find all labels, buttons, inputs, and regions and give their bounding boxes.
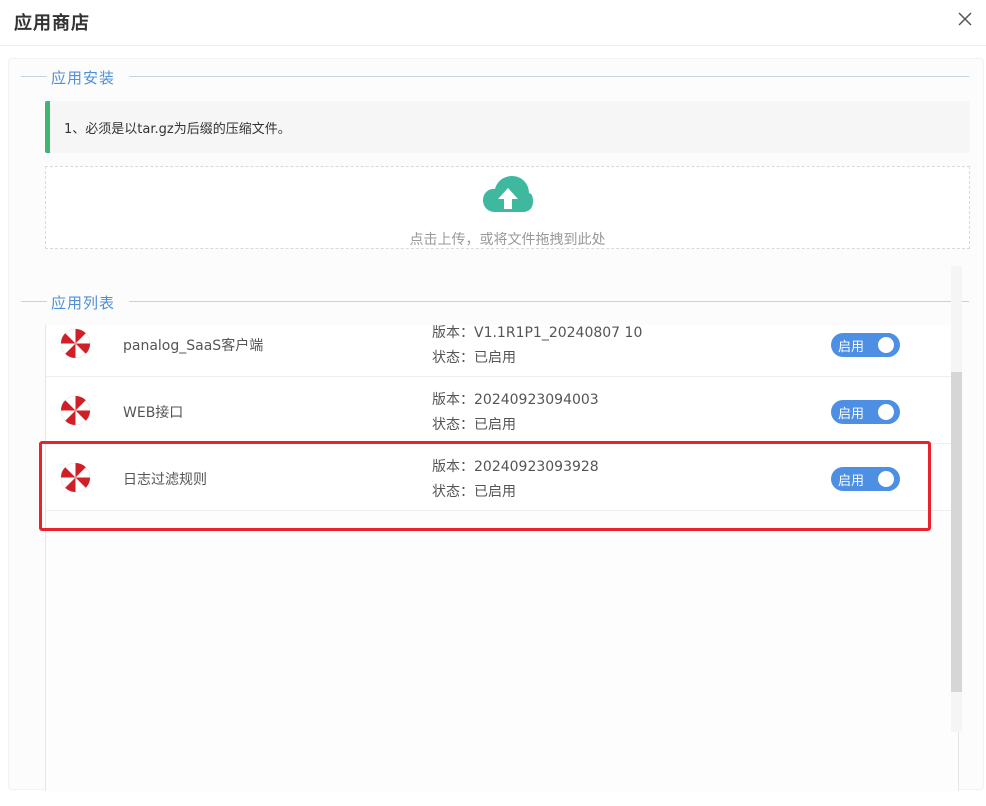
status-label: 状态： xyxy=(432,417,474,433)
app-row: WEB接口 版本：20240923094003 状态：已启用 启用 xyxy=(46,378,958,444)
content-card: 应用安装 1、必须是以tar.gz为后缀的压缩文件。 点击上传，或将文件拖拽到此… xyxy=(8,58,984,791)
enable-toggle[interactable]: 启用 xyxy=(831,400,900,424)
umbrella-logo-icon xyxy=(60,462,91,493)
dialog-header: 应用商店 xyxy=(0,0,986,46)
app-meta: 版本：20240923094003 状态：已启用 xyxy=(432,388,599,438)
status-value: 已启用 xyxy=(474,417,516,433)
toggle-knob xyxy=(878,404,894,420)
umbrella-logo-icon xyxy=(60,328,91,359)
list-section-legend: 应用列表 xyxy=(9,292,983,312)
enable-toggle[interactable]: 启用 xyxy=(831,333,900,357)
toggle-knob xyxy=(878,471,894,487)
dialog-title: 应用商店 xyxy=(14,13,90,34)
legend-divider xyxy=(21,76,47,77)
app-row: panalog_SaaS客户端 版本：V1.1R1P1_20240807 10 … xyxy=(46,325,958,377)
upload-dropzone[interactable]: 点击上传，或将文件拖拽到此处 xyxy=(45,166,970,249)
install-section-legend: 应用安装 xyxy=(9,67,983,87)
toggle-label: 启用 xyxy=(838,474,865,489)
version-label: 版本： xyxy=(432,392,474,408)
version-value: V1.1R1P1_20240807 10 xyxy=(474,325,643,341)
app-row: 日志过滤规则 版本：20240923093928 状态：已启用 启用 xyxy=(46,445,958,511)
version-value: 20240923094003 xyxy=(474,392,599,408)
list-section-title: 应用列表 xyxy=(51,294,116,312)
upload-hint: 点击上传，或将文件拖拽到此处 xyxy=(409,232,606,248)
app-list: panalog_SaaS客户端 版本：V1.1R1P1_20240807 10 … xyxy=(45,325,959,791)
close-icon[interactable] xyxy=(956,10,974,28)
status-label: 状态： xyxy=(432,350,474,366)
app-name: 日志过滤规则 xyxy=(123,472,207,488)
toggle-label: 启用 xyxy=(838,340,865,355)
notice-box: 1、必须是以tar.gz为后缀的压缩文件。 xyxy=(45,101,970,153)
legend-divider xyxy=(21,301,47,302)
status-label: 状态： xyxy=(432,484,474,500)
legend-divider xyxy=(129,301,969,302)
version-label: 版本： xyxy=(432,459,474,475)
app-meta: 版本：20240923093928 状态：已启用 xyxy=(432,455,599,505)
umbrella-logo-icon xyxy=(60,395,91,426)
status-value: 已启用 xyxy=(474,484,516,500)
toggle-label: 启用 xyxy=(838,407,865,422)
version-label: 版本： xyxy=(432,325,474,341)
status-value: 已启用 xyxy=(474,350,516,366)
enable-toggle[interactable]: 启用 xyxy=(831,467,900,491)
app-name: WEB接口 xyxy=(123,405,184,421)
scrollbar-thumb[interactable] xyxy=(951,372,962,692)
app-meta: 版本：V1.1R1P1_20240807 10 状态：已启用 xyxy=(432,325,642,371)
toggle-knob xyxy=(878,337,894,353)
app-name: panalog_SaaS客户端 xyxy=(123,338,264,354)
install-section-title: 应用安装 xyxy=(51,69,116,87)
legend-divider xyxy=(129,76,969,77)
notice-text: 1、必须是以tar.gz为后缀的压缩文件。 xyxy=(64,122,291,137)
cloud-upload-icon xyxy=(483,176,533,212)
version-value: 20240923093928 xyxy=(474,459,599,475)
